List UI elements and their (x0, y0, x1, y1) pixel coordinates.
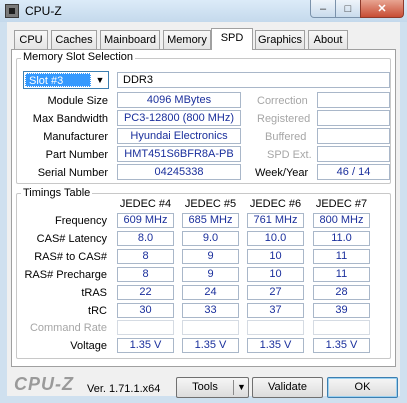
chevron-down-icon[interactable]: ▼ (93, 73, 107, 87)
tab-graphics[interactable]: Graphics (255, 30, 305, 49)
timings-cell: 33 (182, 303, 239, 318)
timings-cell: 1.35 V (313, 338, 370, 353)
timings-cell: 1.35 V (182, 338, 239, 353)
part-number-label: Part Number (45, 149, 108, 161)
timings-header-jedec4: JEDEC #4 (119, 198, 172, 210)
timings-cell: 800 MHz (313, 213, 370, 228)
timings-table-title: Timings Table (21, 187, 93, 199)
timings-cell: 9 (182, 249, 239, 264)
minimize-icon: – (319, 2, 327, 15)
trc-label: tRC (88, 305, 107, 317)
window-title: CPU-Z (25, 4, 62, 18)
timings-cell: 28 (313, 285, 370, 300)
command-rate-label: Command Rate (29, 322, 107, 334)
correction-label: Correction (257, 95, 308, 107)
week-year-value: 46 / 14 (317, 164, 390, 180)
timings-cell: 8 (117, 249, 174, 264)
memory-slot-group-title: Memory Slot Selection (21, 51, 136, 63)
registered-field (317, 110, 390, 126)
timings-cell: 10 (247, 267, 304, 282)
tools-button[interactable]: Tools ▼ (176, 377, 249, 398)
timings-cell: 11.0 (313, 231, 370, 246)
maximize-button[interactable]: □ (335, 0, 361, 18)
timings-cell: 609 MHz (117, 213, 174, 228)
spd-ext-label: SPD Ext. (267, 149, 312, 161)
serial-number-label: Serial Number (37, 167, 108, 179)
manufacturer-value: Hyundai Electronics (117, 128, 241, 144)
voltage-label: Voltage (70, 340, 107, 352)
timings-cell: 1.35 V (117, 338, 174, 353)
cpuz-brand-logo: CPU-Z (14, 374, 74, 394)
manufacturer-label: Manufacturer (43, 131, 108, 143)
timings-cell: 27 (247, 285, 304, 300)
max-bandwidth-value: PC3-12800 (800 MHz) (117, 110, 241, 126)
maximize-icon: □ (344, 2, 352, 15)
max-bandwidth-label: Max Bandwidth (32, 113, 108, 125)
validate-button[interactable]: Validate (252, 377, 323, 398)
frequency-label: Frequency (55, 215, 107, 227)
minimize-button[interactable]: – (310, 0, 336, 18)
cas-latency-label: CAS# Latency (36, 233, 107, 245)
timings-cell: 8.0 (117, 231, 174, 246)
tab-spd[interactable]: SPD (211, 28, 253, 50)
timings-cell: 30 (117, 303, 174, 318)
timings-cell (182, 320, 239, 335)
timings-cell: 10 (247, 249, 304, 264)
tab-memory[interactable]: Memory (163, 30, 211, 49)
timings-cell (117, 320, 174, 335)
timings-cell: 10.0 (247, 231, 304, 246)
timings-cell: 761 MHz (247, 213, 304, 228)
timings-cell: 685 MHz (182, 213, 239, 228)
title-bar[interactable]: CPU-Z – □ ✕ (0, 0, 407, 22)
ok-button[interactable]: OK (327, 377, 398, 398)
timings-cell: 9 (182, 267, 239, 282)
close-button[interactable]: ✕ (360, 0, 404, 18)
timings-header-jedec7: JEDEC #7 (315, 198, 368, 210)
timings-cell: 22 (117, 285, 174, 300)
timings-cell: 8 (117, 267, 174, 282)
timings-cell: 11 (313, 249, 370, 264)
slot-select-value: Slot #3 (25, 73, 91, 87)
close-icon: ✕ (377, 3, 387, 15)
spd-ext-field (317, 146, 390, 162)
buffered-field (317, 128, 390, 144)
buffered-label: Buffered (265, 131, 307, 143)
timings-cell: 39 (313, 303, 370, 318)
timings-cell (247, 320, 304, 335)
tab-cpu[interactable]: CPU (14, 30, 48, 49)
timings-header-jedec6: JEDEC #6 (249, 198, 302, 210)
module-size-label: Module Size (47, 95, 108, 107)
timings-cell: 9.0 (182, 231, 239, 246)
version-label: Ver. 1.71.1.x64 (87, 383, 161, 395)
tab-mainboard[interactable]: Mainboard (100, 30, 160, 49)
module-size-value: 4096 MBytes (117, 92, 241, 108)
tools-button-label: Tools (192, 381, 218, 393)
serial-number-value: 04245338 (117, 164, 241, 180)
tab-caches[interactable]: Caches (51, 30, 97, 49)
timings-header-jedec5: JEDEC #5 (184, 198, 237, 210)
tab-about[interactable]: About (308, 30, 348, 49)
timings-cell (313, 320, 370, 335)
tras-label: tRAS (81, 287, 107, 299)
ras-precharge-label: RAS# Precharge (24, 269, 107, 281)
timings-cell: 24 (182, 285, 239, 300)
timings-cell: 1.35 V (247, 338, 304, 353)
cpuz-app-icon (5, 4, 19, 18)
timings-cell: 11 (313, 267, 370, 282)
memory-type-field: DDR3 (117, 72, 390, 88)
part-number-value: HMT451S6BFR8A-PB (117, 146, 241, 162)
registered-label: Registered (257, 113, 311, 125)
tools-button-divider (233, 380, 234, 395)
week-year-label: Week/Year (255, 167, 309, 179)
ras-to-cas-label: RAS# to CAS# (34, 251, 107, 263)
correction-field (317, 92, 390, 108)
slot-select[interactable]: Slot #3 ▼ (23, 71, 109, 89)
timings-cell: 37 (247, 303, 304, 318)
chevron-down-icon[interactable]: ▼ (235, 378, 248, 397)
